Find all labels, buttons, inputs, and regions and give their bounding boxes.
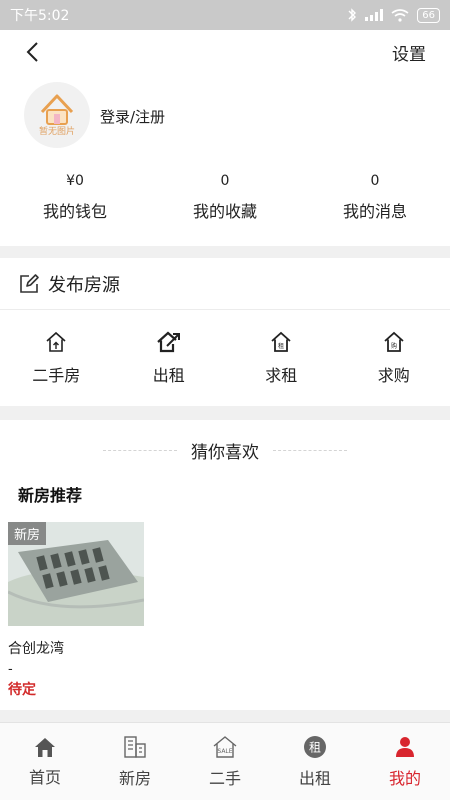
property-card[interactable]: 新房 合创龙湾 - 待定 bbox=[8, 522, 144, 699]
guess-title: 猜你喜欢 bbox=[191, 443, 259, 463]
nav-item-secondhand[interactable]: SALE 二手 bbox=[180, 723, 270, 800]
stat-favorites[interactable]: 0 我的收藏 bbox=[150, 170, 300, 222]
back-button[interactable] bbox=[18, 38, 46, 66]
divider bbox=[103, 450, 177, 451]
new-house-tag: 新房 bbox=[8, 522, 47, 545]
stat-messages[interactable]: 0 我的消息 bbox=[300, 170, 450, 222]
status-time: 下午5:02 bbox=[10, 8, 70, 24]
property-price: 待定 bbox=[8, 682, 36, 698]
stat-value: ¥0 bbox=[66, 173, 84, 189]
login-register-link[interactable]: 登录/注册 bbox=[100, 106, 165, 127]
stat-label: 我的消息 bbox=[342, 202, 407, 221]
svg-text:租: 租 bbox=[309, 740, 321, 754]
house-placeholder-icon bbox=[40, 94, 74, 125]
bottom-nav: 首页 新房 SALE 二手 租 出租 我的 bbox=[0, 722, 450, 800]
house-arrow-icon bbox=[157, 331, 180, 353]
quick-label: 求租 bbox=[265, 366, 298, 385]
stat-label: 我的钱包 bbox=[42, 202, 107, 221]
stat-value: 0 bbox=[370, 173, 380, 189]
nav-label: 出租 bbox=[298, 768, 331, 788]
bluetooth-icon bbox=[348, 8, 357, 22]
nav-label: 二手 bbox=[208, 768, 241, 788]
publish-listing-button[interactable]: 发布房源 bbox=[0, 258, 450, 310]
quick-actions: 二手房 出租 租 求租 购 求购 bbox=[0, 310, 450, 406]
avatar-caption: 暂无图片 bbox=[38, 127, 75, 137]
divider bbox=[273, 450, 347, 451]
nav-label: 我的 bbox=[388, 768, 421, 788]
stats-row: ¥0 我的钱包 0 我的收藏 0 我的消息 bbox=[0, 170, 450, 222]
quick-item-rent-out[interactable]: 出租 bbox=[113, 310, 226, 406]
sale-house-icon: SALE bbox=[213, 735, 237, 758]
battery-indicator: 66 bbox=[417, 7, 440, 23]
status-bar: 下午5:02 66 bbox=[0, 0, 450, 30]
house-outline-icon bbox=[46, 331, 66, 352]
avatar[interactable]: 暂无图片 bbox=[24, 82, 90, 148]
quick-label: 出租 bbox=[152, 366, 185, 385]
rent-icon: 租 bbox=[304, 735, 326, 758]
wifi-icon bbox=[391, 8, 409, 22]
stat-label: 我的收藏 bbox=[192, 202, 257, 221]
nav-label: 新房 bbox=[118, 768, 151, 788]
home-icon bbox=[35, 737, 55, 757]
stat-wallet[interactable]: ¥0 我的钱包 bbox=[0, 170, 150, 222]
nav-item-rent[interactable]: 租 出租 bbox=[270, 723, 360, 800]
property-image: 新房 bbox=[8, 522, 144, 626]
new-house-section-title: 新房推荐 bbox=[18, 486, 83, 505]
house-buy-icon: 购 bbox=[384, 331, 404, 352]
property-subtitle: - bbox=[8, 662, 13, 677]
quick-label: 求购 bbox=[377, 366, 410, 385]
profile-header: 设置 暂无图片 登录/注册 ¥0 我的钱包 0 我的收藏 0 我的消息 bbox=[0, 30, 450, 246]
quick-item-secondhand[interactable]: 二手房 bbox=[0, 310, 113, 406]
chevron-left-icon bbox=[26, 42, 38, 62]
publish-title: 发布房源 bbox=[48, 274, 120, 296]
guess-you-like-header: 猜你喜欢 bbox=[0, 438, 450, 463]
house-rent-icon: 租 bbox=[271, 331, 291, 352]
quick-item-seek-buy[interactable]: 购 求购 bbox=[338, 310, 450, 406]
edit-icon bbox=[20, 273, 39, 293]
svg-text:购: 购 bbox=[391, 342, 397, 350]
status-icons: 66 bbox=[347, 7, 440, 23]
svg-text:SALE: SALE bbox=[217, 748, 232, 755]
quick-label: 二手房 bbox=[32, 366, 81, 385]
quick-item-seek-rent[interactable]: 租 求租 bbox=[225, 310, 338, 406]
stat-value: 0 bbox=[220, 173, 230, 189]
user-icon bbox=[396, 736, 414, 757]
nav-label: 首页 bbox=[28, 767, 61, 787]
settings-button[interactable]: 设置 bbox=[392, 40, 426, 65]
nav-item-home[interactable]: 首页 bbox=[0, 723, 90, 800]
publish-section: 发布房源 二手房 出租 租 求租 购 求购 bbox=[0, 258, 450, 406]
signal-icon bbox=[365, 9, 384, 21]
building-icon bbox=[124, 735, 146, 758]
svg-text:租: 租 bbox=[278, 342, 284, 350]
recommend-section: 猜你喜欢 新房推荐 新房 合创龙湾 - 待定 bbox=[0, 420, 450, 710]
property-name: 合创龙湾 bbox=[8, 641, 64, 657]
nav-item-new-house[interactable]: 新房 bbox=[90, 723, 180, 800]
nav-item-mine[interactable]: 我的 bbox=[360, 723, 450, 800]
